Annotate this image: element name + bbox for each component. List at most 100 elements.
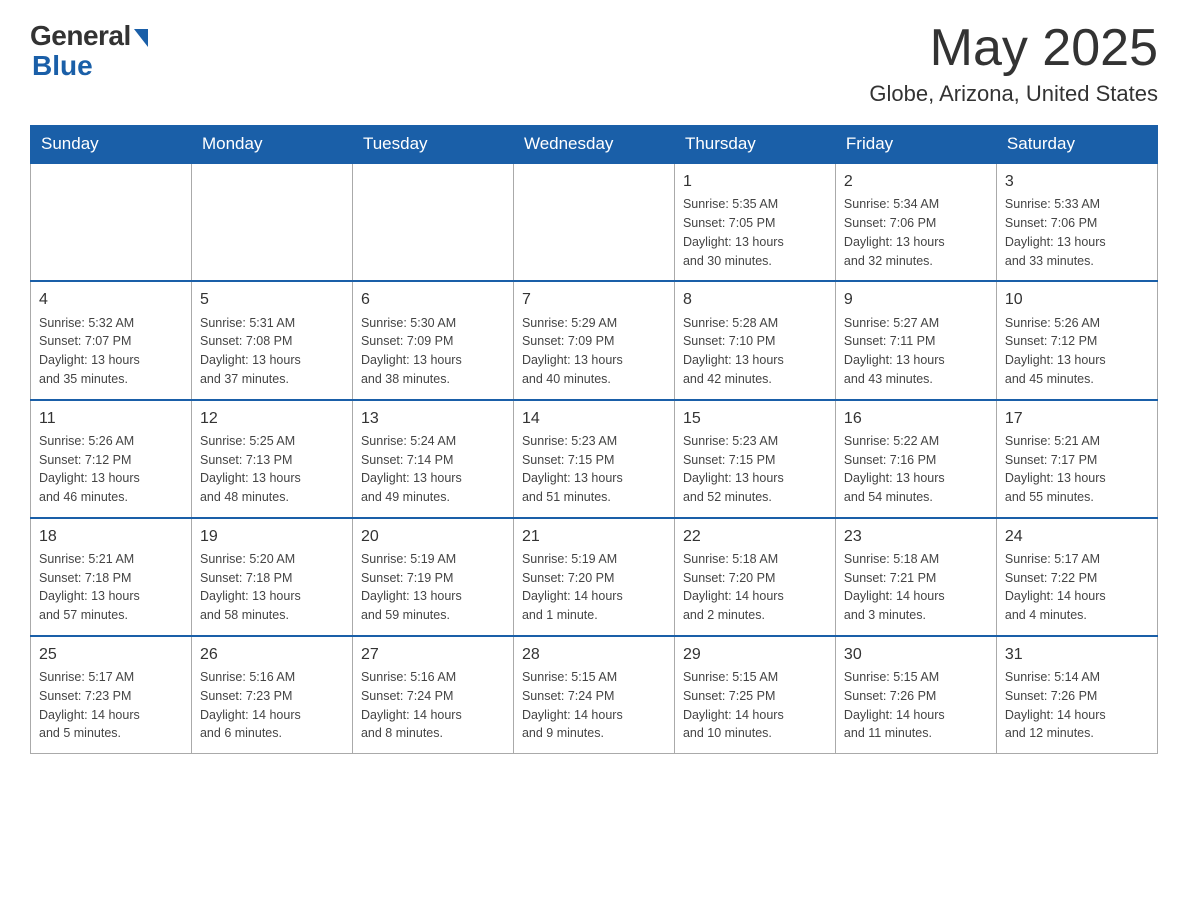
day-number: 17 [1005, 407, 1149, 430]
day-number: 3 [1005, 170, 1149, 193]
day-info: Sunrise: 5:15 AM Sunset: 7:24 PM Dayligh… [522, 668, 666, 743]
day-number: 2 [844, 170, 988, 193]
day-number: 29 [683, 643, 827, 666]
calendar-header-row: SundayMondayTuesdayWednesdayThursdayFrid… [31, 126, 1158, 164]
calendar-cell: 15Sunrise: 5:23 AM Sunset: 7:15 PM Dayli… [674, 400, 835, 518]
calendar-cell: 30Sunrise: 5:15 AM Sunset: 7:26 PM Dayli… [835, 636, 996, 754]
calendar-cell: 4Sunrise: 5:32 AM Sunset: 7:07 PM Daylig… [31, 281, 192, 399]
week-row-1: 1Sunrise: 5:35 AM Sunset: 7:05 PM Daylig… [31, 163, 1158, 281]
day-info: Sunrise: 5:27 AM Sunset: 7:11 PM Dayligh… [844, 314, 988, 389]
calendar-cell: 25Sunrise: 5:17 AM Sunset: 7:23 PM Dayli… [31, 636, 192, 754]
day-info: Sunrise: 5:21 AM Sunset: 7:17 PM Dayligh… [1005, 432, 1149, 507]
day-number: 27 [361, 643, 505, 666]
calendar-cell: 29Sunrise: 5:15 AM Sunset: 7:25 PM Dayli… [674, 636, 835, 754]
day-number: 28 [522, 643, 666, 666]
day-number: 18 [39, 525, 183, 548]
day-info: Sunrise: 5:28 AM Sunset: 7:10 PM Dayligh… [683, 314, 827, 389]
day-number: 25 [39, 643, 183, 666]
calendar-cell: 21Sunrise: 5:19 AM Sunset: 7:20 PM Dayli… [513, 518, 674, 636]
logo-arrow-icon [134, 29, 148, 47]
calendar-cell [352, 163, 513, 281]
day-info: Sunrise: 5:33 AM Sunset: 7:06 PM Dayligh… [1005, 195, 1149, 270]
calendar-cell: 23Sunrise: 5:18 AM Sunset: 7:21 PM Dayli… [835, 518, 996, 636]
calendar-cell: 28Sunrise: 5:15 AM Sunset: 7:24 PM Dayli… [513, 636, 674, 754]
calendar-cell: 2Sunrise: 5:34 AM Sunset: 7:06 PM Daylig… [835, 163, 996, 281]
day-info: Sunrise: 5:26 AM Sunset: 7:12 PM Dayligh… [1005, 314, 1149, 389]
day-number: 30 [844, 643, 988, 666]
day-number: 9 [844, 288, 988, 311]
day-number: 8 [683, 288, 827, 311]
day-number: 5 [200, 288, 344, 311]
day-number: 10 [1005, 288, 1149, 311]
day-info: Sunrise: 5:23 AM Sunset: 7:15 PM Dayligh… [522, 432, 666, 507]
calendar-cell: 31Sunrise: 5:14 AM Sunset: 7:26 PM Dayli… [996, 636, 1157, 754]
day-number: 15 [683, 407, 827, 430]
week-row-5: 25Sunrise: 5:17 AM Sunset: 7:23 PM Dayli… [31, 636, 1158, 754]
calendar-cell [513, 163, 674, 281]
calendar-header-friday: Friday [835, 126, 996, 164]
calendar-cell: 22Sunrise: 5:18 AM Sunset: 7:20 PM Dayli… [674, 518, 835, 636]
day-number: 12 [200, 407, 344, 430]
calendar-cell [191, 163, 352, 281]
calendar-cell: 20Sunrise: 5:19 AM Sunset: 7:19 PM Dayli… [352, 518, 513, 636]
day-number: 31 [1005, 643, 1149, 666]
calendar-table: SundayMondayTuesdayWednesdayThursdayFrid… [30, 125, 1158, 754]
day-info: Sunrise: 5:17 AM Sunset: 7:22 PM Dayligh… [1005, 550, 1149, 625]
calendar-cell: 5 Sunrise: 5:31 AM Sunset: 7:08 PM Daylig… [191, 281, 352, 399]
day-number: 26 [200, 643, 344, 666]
day-info: Sunrise: 5:19 AM Sunset: 7:19 PM Dayligh… [361, 550, 505, 625]
logo: General Blue [30, 20, 148, 82]
day-number: 11 [39, 407, 183, 430]
day-number: 20 [361, 525, 505, 548]
calendar-cell: 18Sunrise: 5:21 AM Sunset: 7:18 PM Dayli… [31, 518, 192, 636]
day-info: Sunrise: 5:14 AM Sunset: 7:26 PM Dayligh… [1005, 668, 1149, 743]
day-info: Sunrise: 5:16 AM Sunset: 7:24 PM Dayligh… [361, 668, 505, 743]
day-number: 16 [844, 407, 988, 430]
week-row-2: 4Sunrise: 5:32 AM Sunset: 7:07 PM Daylig… [31, 281, 1158, 399]
day-info: Sunrise: 5:25 AM Sunset: 7:13 PM Dayligh… [200, 432, 344, 507]
calendar-header-saturday: Saturday [996, 126, 1157, 164]
calendar-cell: 14Sunrise: 5:23 AM Sunset: 7:15 PM Dayli… [513, 400, 674, 518]
day-number: 6 [361, 288, 505, 311]
title-block: May 2025 Globe, Arizona, United States [869, 20, 1158, 107]
day-info: Sunrise: 5:21 AM Sunset: 7:18 PM Dayligh… [39, 550, 183, 625]
calendar-cell: 26Sunrise: 5:16 AM Sunset: 7:23 PM Dayli… [191, 636, 352, 754]
day-number: 19 [200, 525, 344, 548]
day-number: 22 [683, 525, 827, 548]
day-info: Sunrise: 5:31 AM Sunset: 7:08 PM Dayligh… [200, 314, 344, 389]
calendar-cell: 16Sunrise: 5:22 AM Sunset: 7:16 PM Dayli… [835, 400, 996, 518]
calendar-cell: 19Sunrise: 5:20 AM Sunset: 7:18 PM Dayli… [191, 518, 352, 636]
calendar-cell: 11Sunrise: 5:26 AM Sunset: 7:12 PM Dayli… [31, 400, 192, 518]
day-info: Sunrise: 5:35 AM Sunset: 7:05 PM Dayligh… [683, 195, 827, 270]
calendar-cell: 13Sunrise: 5:24 AM Sunset: 7:14 PM Dayli… [352, 400, 513, 518]
day-info: Sunrise: 5:18 AM Sunset: 7:20 PM Dayligh… [683, 550, 827, 625]
calendar-cell: 3Sunrise: 5:33 AM Sunset: 7:06 PM Daylig… [996, 163, 1157, 281]
calendar-cell: 1Sunrise: 5:35 AM Sunset: 7:05 PM Daylig… [674, 163, 835, 281]
calendar-header-monday: Monday [191, 126, 352, 164]
week-row-3: 11Sunrise: 5:26 AM Sunset: 7:12 PM Dayli… [31, 400, 1158, 518]
calendar-cell: 27Sunrise: 5:16 AM Sunset: 7:24 PM Dayli… [352, 636, 513, 754]
logo-general-text: General [30, 20, 131, 52]
day-info: Sunrise: 5:29 AM Sunset: 7:09 PM Dayligh… [522, 314, 666, 389]
day-info: Sunrise: 5:16 AM Sunset: 7:23 PM Dayligh… [200, 668, 344, 743]
calendar-cell: 10 Sunrise: 5:26 AM Sunset: 7:12 PM Dayli… [996, 281, 1157, 399]
day-number: 14 [522, 407, 666, 430]
day-number: 24 [1005, 525, 1149, 548]
day-info: Sunrise: 5:34 AM Sunset: 7:06 PM Dayligh… [844, 195, 988, 270]
calendar-header-tuesday: Tuesday [352, 126, 513, 164]
day-number: 1 [683, 170, 827, 193]
calendar-header-thursday: Thursday [674, 126, 835, 164]
week-row-4: 18Sunrise: 5:21 AM Sunset: 7:18 PM Dayli… [31, 518, 1158, 636]
day-info: Sunrise: 5:15 AM Sunset: 7:26 PM Dayligh… [844, 668, 988, 743]
location-subtitle: Globe, Arizona, United States [869, 81, 1158, 107]
calendar-cell: 17Sunrise: 5:21 AM Sunset: 7:17 PM Dayli… [996, 400, 1157, 518]
page-header: General Blue May 2025 Globe, Arizona, Un… [30, 20, 1158, 107]
calendar-cell: 9 Sunrise: 5:27 AM Sunset: 7:11 PM Daylig… [835, 281, 996, 399]
calendar-cell: 6 Sunrise: 5:30 AM Sunset: 7:09 PM Daylig… [352, 281, 513, 399]
day-info: Sunrise: 5:22 AM Sunset: 7:16 PM Dayligh… [844, 432, 988, 507]
calendar-cell: 8 Sunrise: 5:28 AM Sunset: 7:10 PM Daylig… [674, 281, 835, 399]
day-info: Sunrise: 5:17 AM Sunset: 7:23 PM Dayligh… [39, 668, 183, 743]
day-number: 7 [522, 288, 666, 311]
day-info: Sunrise: 5:30 AM Sunset: 7:09 PM Dayligh… [361, 314, 505, 389]
logo-blue-text: Blue [32, 50, 93, 82]
